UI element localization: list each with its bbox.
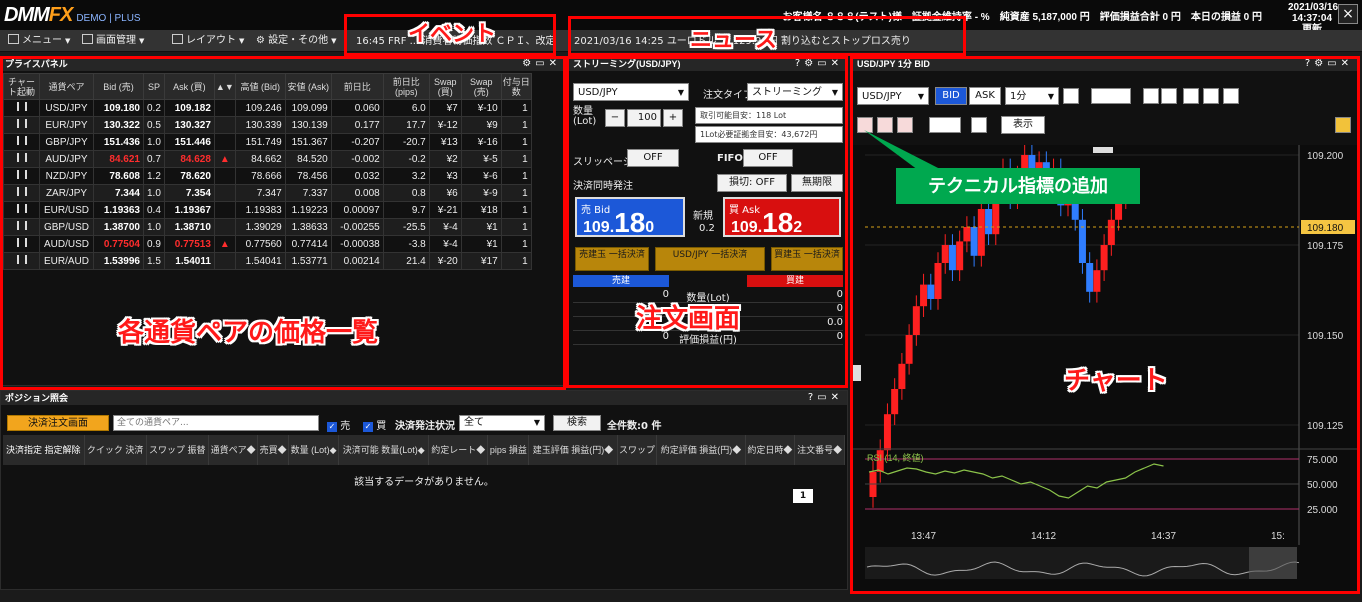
position-col-header[interactable]: 数量 (Lot)◆: [288, 435, 340, 465]
sell-checkbox[interactable]: ✓ 売: [327, 417, 350, 432]
position-col-header[interactable]: 約定評価 損益(円)◆: [656, 435, 746, 465]
position-col-header[interactable]: 通貨ペア◆: [208, 435, 259, 465]
screen-manage-button[interactable]: 画面管理 ▼: [82, 33, 144, 49]
pair-search-input[interactable]: [113, 415, 319, 431]
settings-button[interactable]: ⚙ 設定・その他 ▼: [256, 33, 337, 49]
empty-message: 該当するデータがありません。: [354, 477, 494, 488]
settle-order-screen-button[interactable]: 決済注文画面: [7, 415, 109, 431]
positions-panel: ポジション照会 ?▭✕ 決済注文画面 ✓ 売 ✓ 買 決済発注状況 全て▼ 検索…: [0, 390, 848, 590]
total-count: 全件数:0 件: [607, 421, 662, 432]
annotation-box-order: [566, 56, 848, 388]
close-icon[interactable]: ×: [1338, 4, 1358, 24]
layout-button[interactable]: レイアウト ▼: [172, 33, 244, 49]
logo: DMMFX DEMO | PLUS: [4, 4, 141, 26]
window-icon: [82, 34, 93, 44]
annotation-order: 注文画面: [636, 303, 741, 333]
layout-icon: [172, 34, 183, 44]
position-col-header[interactable]: 建玉評価 損益(円)◆: [528, 435, 618, 465]
position-col-header[interactable]: 決済指定 指定解除: [3, 435, 85, 465]
position-col-header[interactable]: スワップ 振替: [146, 435, 209, 465]
annotation-news: ニュース: [690, 27, 777, 52]
annotation-chart: チャート: [1064, 365, 1168, 395]
menu-button[interactable]: メニュー ▼: [8, 33, 70, 49]
status-select[interactable]: 全て ▼: [459, 415, 545, 431]
panel-controls[interactable]: ?▭✕: [808, 391, 843, 405]
positions-table: 決済指定 指定解除 クイック 決済 スワップ 振替 通貨ペア◆ 売買◆ 数量 (Lot)◆…: [3, 435, 845, 465]
buy-checkbox[interactable]: ✓ 買: [363, 417, 386, 432]
status-label: 決済発注状況: [395, 421, 455, 432]
position-col-header[interactable]: 注文番号◆: [794, 435, 845, 465]
checkbox-icon: ✓: [363, 422, 373, 432]
net-assets: 純資産 5,187,000 円: [999, 12, 1090, 23]
annotation-event: イベント: [408, 21, 497, 46]
annotation-prices: 各通貨ペアの価格一覧: [118, 317, 379, 347]
position-col-header[interactable]: pips 損益: [487, 435, 530, 465]
menu-icon: [8, 34, 19, 44]
positions-panel-title: ポジション照会: [1, 391, 847, 405]
position-col-header[interactable]: スワップ: [617, 435, 658, 465]
position-col-header[interactable]: 約定レート◆: [428, 435, 489, 465]
position-col-header[interactable]: 決済可能 数量(Lot)◆: [338, 435, 429, 465]
pagination-page[interactable]: 1: [793, 489, 813, 503]
position-col-header[interactable]: クイック 決済: [84, 435, 147, 465]
search-button[interactable]: 検索: [553, 415, 601, 431]
valuation-total: 評価損益合計 0 円: [1099, 12, 1181, 23]
position-col-header[interactable]: 約定日時◆: [745, 435, 796, 465]
annotation-indicator: テクニカル指標の追加: [896, 168, 1140, 204]
checkbox-icon: ✓: [327, 422, 337, 432]
gear-icon: ⚙: [256, 35, 265, 46]
position-col-header[interactable]: 売買◆: [257, 435, 289, 465]
daily-pl: 本日の損益 0 円: [1190, 12, 1262, 23]
